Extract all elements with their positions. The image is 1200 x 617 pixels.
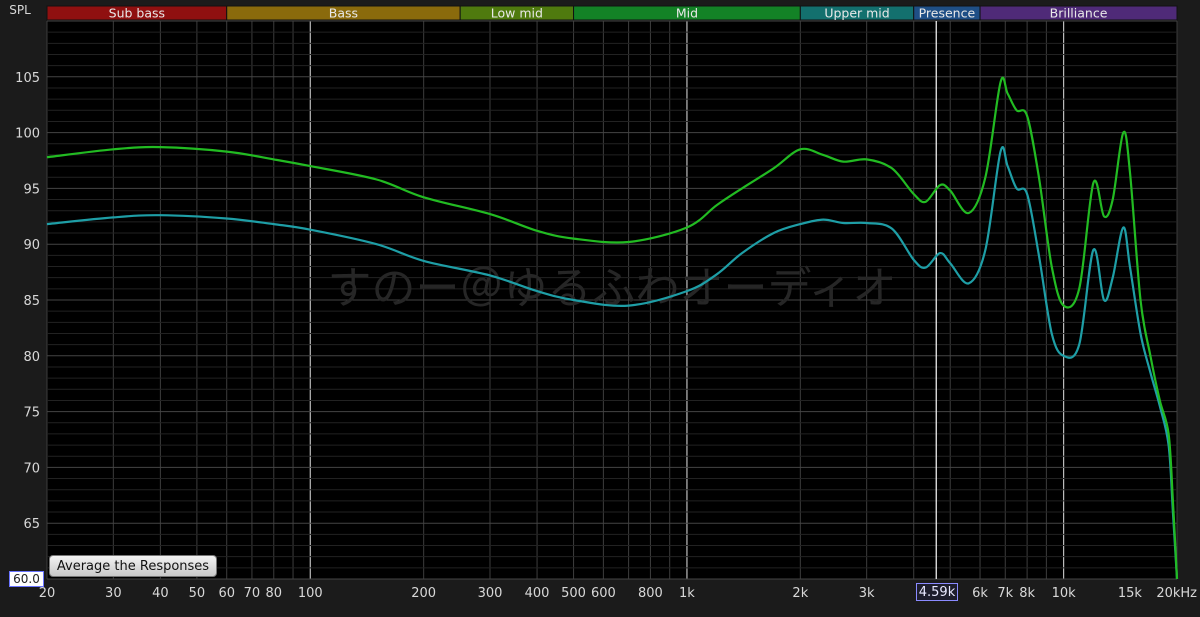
x-tick-label: 10k	[1052, 586, 1077, 601]
y-tick-label: 65	[23, 517, 40, 532]
band-label: Upper mid	[824, 6, 889, 21]
band-label: Low mid	[491, 6, 543, 21]
y-tick-label: 95	[23, 182, 40, 197]
y-min-field[interactable]: 60.0	[9, 571, 44, 587]
x-tick-label: 100	[298, 586, 323, 601]
x-tick-label: 7k	[997, 586, 1013, 601]
x-tick-label: 30	[105, 586, 122, 601]
x-tick-label: 800	[638, 586, 663, 601]
x-tick-label: 1k	[679, 586, 695, 601]
y-tick-label: 75	[23, 406, 40, 421]
y-tick-label: 85	[23, 294, 40, 309]
y-tick-label: 100	[15, 127, 40, 142]
average-responses-button[interactable]: Average the Responses	[49, 555, 217, 577]
x-tick-label: 6k	[972, 586, 988, 601]
x-tick-label: 200	[411, 586, 436, 601]
x-tick-label: 600	[591, 586, 616, 601]
x-tick-label: 40	[152, 586, 169, 601]
band-label: Bass	[329, 6, 358, 21]
x-tick-label: 500	[561, 586, 586, 601]
band-label: Sub bass	[109, 6, 165, 21]
x-tick-label: 2k	[792, 586, 808, 601]
x-tick-label: 400	[525, 586, 550, 601]
x-tick-label: 3k	[859, 586, 875, 601]
x-tick-label: 300	[478, 586, 503, 601]
y-tick-label: 105	[15, 71, 40, 86]
x-tick-label: 50	[189, 586, 206, 601]
frequency-bands: Sub bass Bass Low mid Mid Upper mid Presence B…	[46, 5, 1178, 21]
y-tick-label: 70	[23, 461, 40, 476]
y-axis-label: SPL	[9, 3, 31, 17]
y-tick-label: 90	[23, 238, 40, 253]
band-label: Presence	[919, 6, 976, 21]
x-tick-label: 60	[218, 586, 235, 601]
x-tick-label: 8k	[1019, 586, 1035, 601]
chart-canvas: Sub bass Bass Low mid Mid Upper mid Presence B…	[0, 0, 1200, 613]
x-tick-label: 70	[244, 586, 261, 601]
cursor-frequency-readout: 4.59k	[916, 583, 958, 601]
x-end-label: 20kHz	[1156, 586, 1197, 601]
frequency-response-chart: Sub bass Bass Low mid Mid Upper mid Presence B…	[0, 0, 1200, 613]
x-tick-label: 20	[39, 586, 56, 601]
band-label: Brilliance	[1050, 6, 1108, 21]
x-tick-label: 80	[266, 586, 283, 601]
band-label: Mid	[676, 6, 698, 21]
x-tick-label: 15k	[1118, 586, 1143, 601]
y-tick-label: 80	[23, 350, 40, 365]
